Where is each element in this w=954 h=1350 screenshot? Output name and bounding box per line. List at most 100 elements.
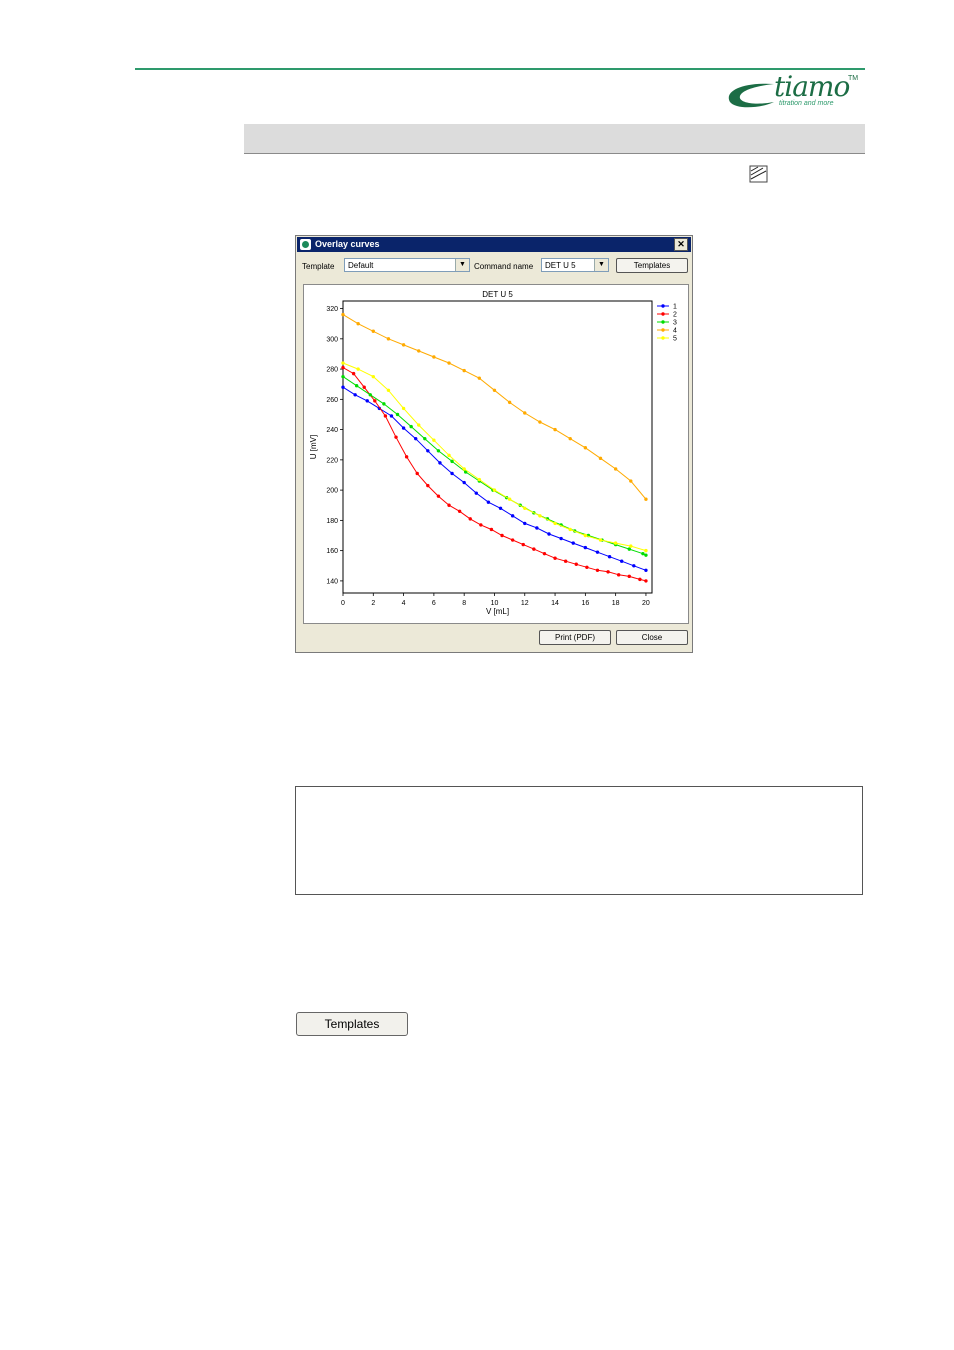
series-3-point	[450, 459, 454, 464]
legend-label-2: 2	[673, 312, 677, 319]
y-axis-label: U [mV]	[309, 435, 318, 459]
y-tick-label: 140	[326, 578, 338, 585]
series-2-point	[595, 568, 600, 573]
series-1-point	[559, 536, 563, 541]
series-1-point	[523, 521, 527, 526]
series-2-point	[638, 577, 642, 582]
series-2-point	[616, 573, 621, 577]
dialog-titlebar[interactable]: Overlay curves ✕	[297, 237, 691, 252]
series-1-point	[571, 541, 575, 545]
series-2-point	[415, 471, 419, 476]
series-2-point	[542, 551, 547, 556]
series-3-point	[409, 424, 413, 429]
templates-button[interactable]: Templates	[616, 258, 688, 273]
series-2-point	[426, 483, 430, 488]
series-3-point	[354, 384, 359, 388]
series-5-point	[477, 477, 482, 482]
legend-marker-3	[661, 320, 665, 324]
app-icon	[300, 239, 311, 250]
x-tick-label: 12	[521, 600, 529, 607]
logo-word: tiamo	[774, 70, 850, 103]
series-5-point	[356, 367, 360, 371]
series-5-point	[523, 506, 527, 510]
x-tick-label: 0	[341, 600, 345, 607]
series-2-point	[373, 399, 377, 403]
series-5-point	[568, 527, 572, 532]
y-tick-label: 280	[326, 367, 338, 374]
print-pdf-button[interactable]: Print (PDF)	[539, 630, 611, 645]
templates-button-large[interactable]: Templates	[296, 1012, 408, 1036]
series-1-point	[510, 514, 515, 518]
series-4-point	[507, 400, 512, 405]
template-select[interactable]: Default ▼	[344, 258, 470, 272]
series-5-point	[613, 541, 618, 545]
series-2-point	[468, 517, 472, 521]
overlay-curves-dialog: Overlay curves ✕ Template Default ▼ Comm…	[295, 235, 693, 653]
overlay-curves-icon	[749, 165, 768, 183]
chevron-down-icon[interactable]: ▼	[594, 259, 608, 271]
y-tick-label: 180	[326, 518, 338, 525]
close-button[interactable]: Close	[616, 630, 688, 645]
tiamo-logo: tiamo TM titration and more	[722, 70, 866, 112]
plot-area	[342, 300, 653, 594]
close-icon[interactable]: ✕	[674, 238, 688, 251]
series-5-point	[538, 514, 542, 518]
series-1-point	[401, 426, 406, 430]
series-4-point	[598, 456, 603, 461]
chevron-down-icon[interactable]: ▼	[455, 259, 469, 271]
series-3-point	[627, 547, 631, 551]
y-tick-label: 300	[326, 336, 338, 343]
series-1-point	[389, 414, 394, 418]
series-4-point	[417, 349, 421, 353]
series-5-point	[341, 361, 345, 365]
legend-marker-1	[661, 304, 665, 308]
series-2-point	[436, 494, 441, 498]
series-4-point	[629, 479, 633, 483]
series-2-point	[585, 565, 589, 569]
section-header-band	[244, 124, 865, 154]
series-2-point	[644, 579, 648, 583]
series-1-point	[486, 500, 491, 504]
series-2-point	[489, 527, 494, 532]
series-1-point	[341, 385, 345, 389]
note-box	[295, 786, 863, 895]
series-4-point	[447, 361, 451, 365]
template-label: Template	[302, 262, 335, 271]
legend-label-4: 4	[673, 328, 677, 335]
series-5-point	[432, 438, 436, 442]
logo-tm: TM	[848, 75, 859, 82]
chart-title: DET U 5	[482, 290, 513, 299]
series-1-point	[426, 449, 430, 453]
command-name-select[interactable]: DET U 5 ▼	[541, 258, 609, 272]
series-4-point	[401, 343, 406, 347]
series-5-point	[371, 374, 375, 379]
series-4-point	[523, 411, 527, 415]
series-2-point	[532, 547, 536, 551]
command-name-label: Command name	[474, 262, 534, 271]
series-1-point	[644, 568, 648, 573]
series-5-point	[629, 544, 633, 548]
series-5-point	[417, 423, 421, 427]
y-tick-label: 240	[326, 427, 338, 434]
series-1-point	[474, 491, 478, 495]
series-5-point	[492, 488, 497, 492]
series-3-point	[644, 553, 648, 557]
series-2-point	[351, 371, 356, 376]
series-1-point	[632, 564, 636, 568]
y-tick-label: 320	[326, 306, 338, 313]
series-4-point	[386, 337, 391, 341]
x-axis-label: V [mL]	[486, 607, 509, 616]
series-2-point	[383, 414, 388, 418]
series-5-point	[462, 467, 466, 471]
series-4-point	[538, 420, 542, 424]
series-5-point	[553, 521, 557, 526]
series-2-point	[362, 385, 366, 389]
series-4-point	[553, 427, 557, 432]
series-2-point	[627, 574, 631, 579]
series-1-point	[353, 393, 357, 397]
series-5-point	[447, 453, 451, 458]
series-3-point	[341, 374, 345, 379]
logo-tagline: titration and more	[779, 100, 834, 107]
series-1-point	[535, 526, 539, 530]
x-tick-label: 20	[642, 600, 650, 607]
